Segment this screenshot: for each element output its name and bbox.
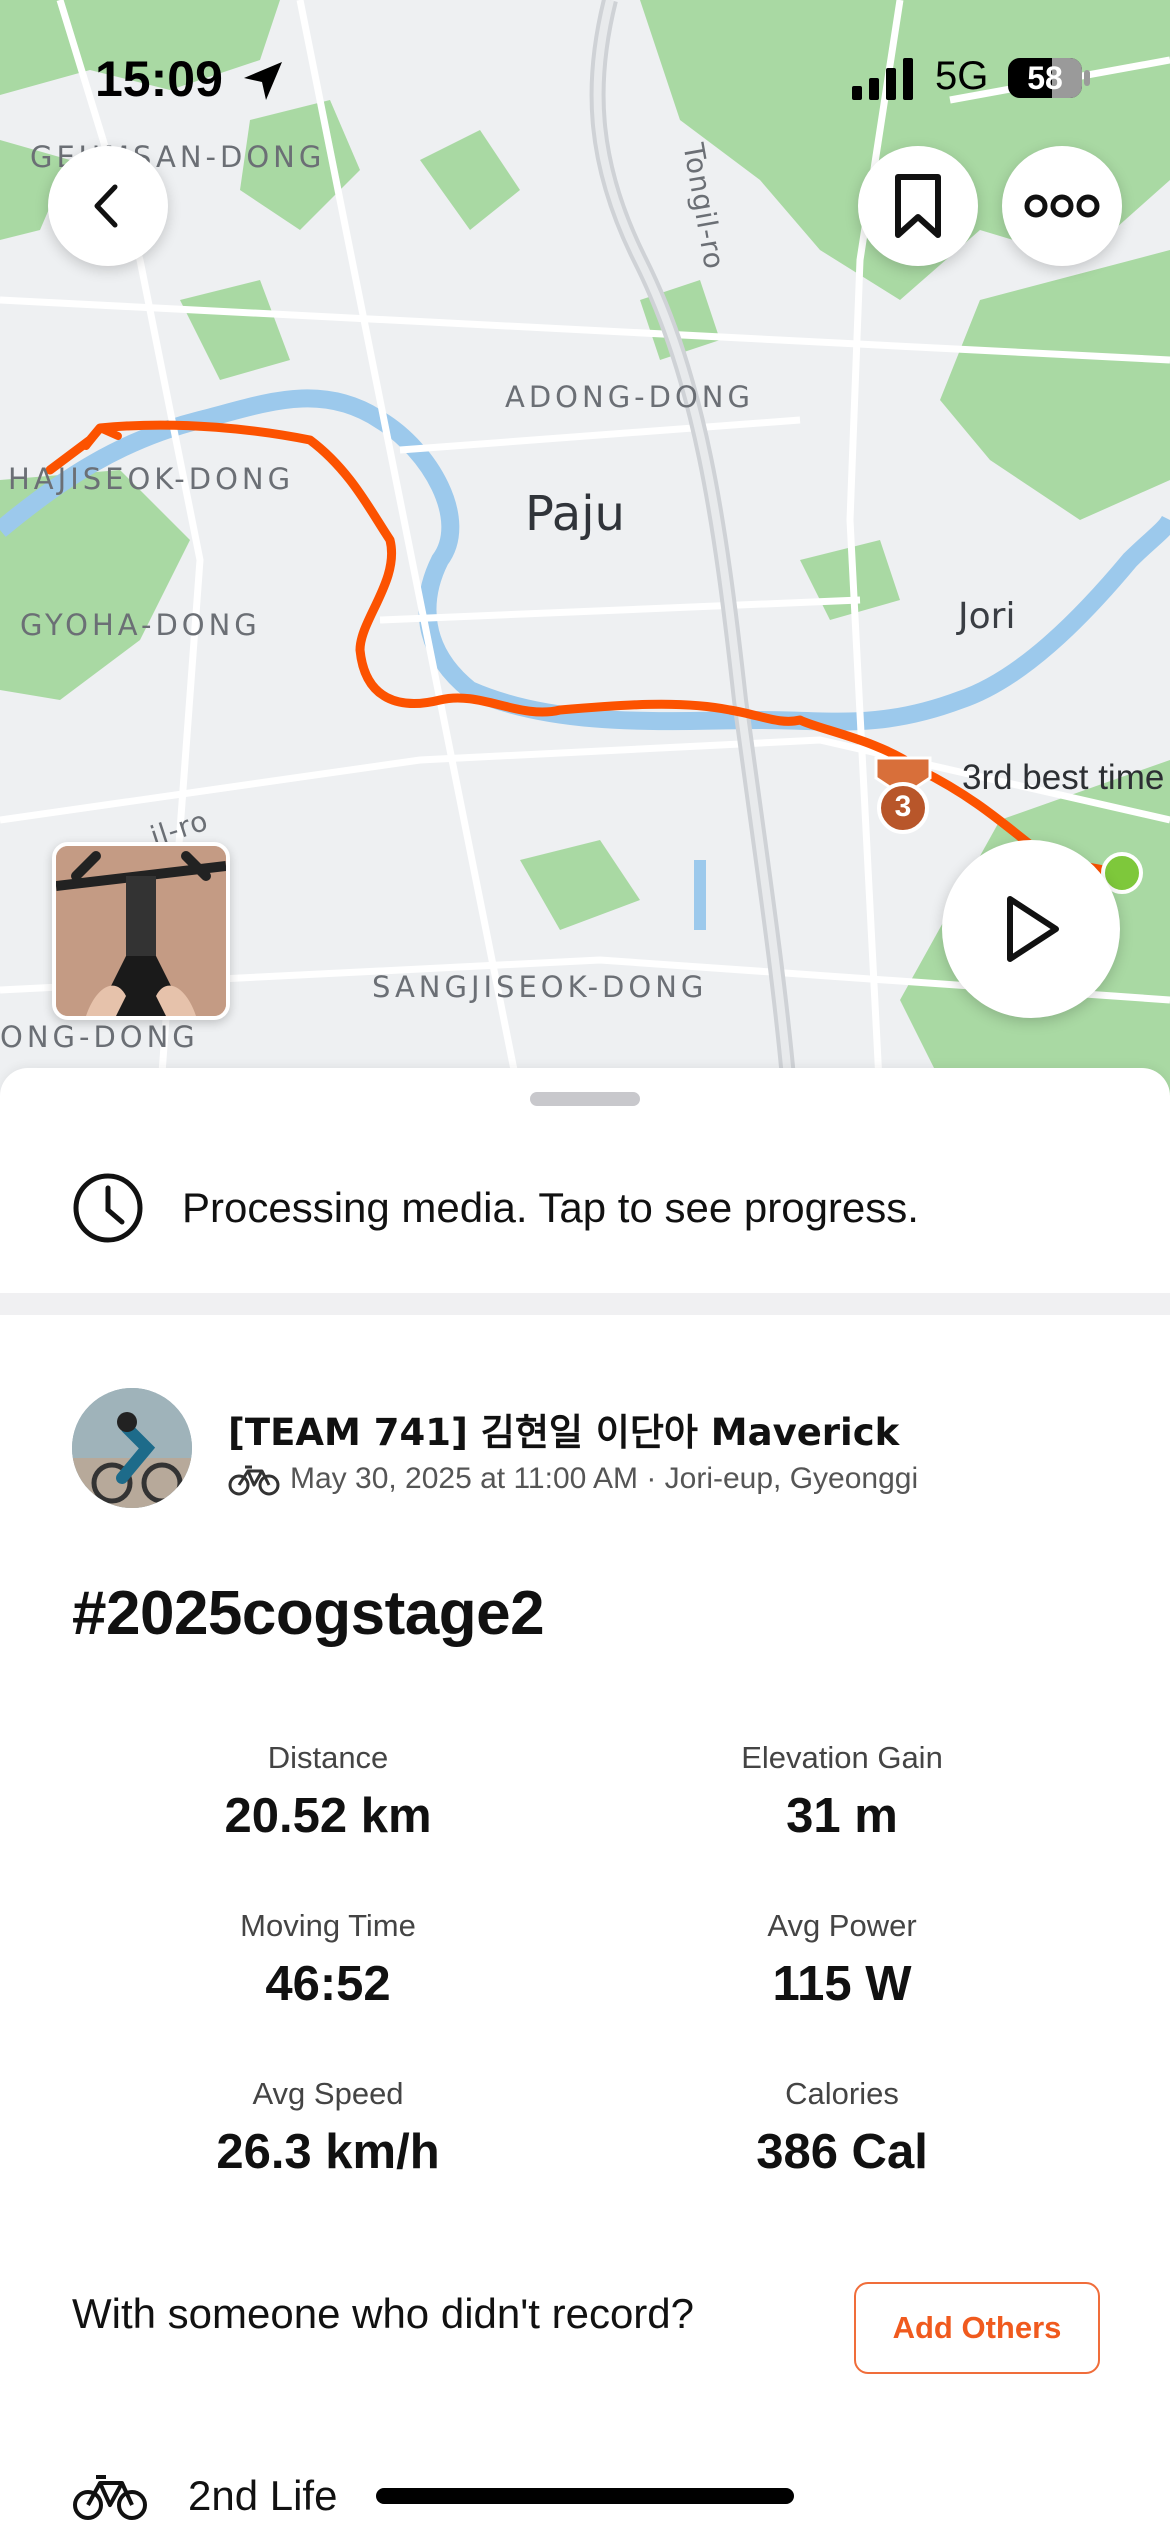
gear-row[interactable]: 2nd Life: [72, 2466, 337, 2526]
activity-sheet: Processing media. Tap to see progress. […: [0, 1068, 1170, 2532]
battery-level: 58: [1027, 60, 1063, 96]
battery-icon: 58: [1008, 58, 1082, 98]
avatar[interactable]: [72, 1388, 192, 1508]
map-label: Jori: [958, 596, 1016, 637]
play-icon: [1007, 896, 1059, 962]
more-options-button[interactable]: [1002, 146, 1122, 266]
stat-label: Elevation Gain: [741, 1740, 943, 1775]
segment-medal[interactable]: 3: [868, 756, 938, 836]
stat-avg-speed: Avg Speed 26.3 km/h: [78, 2076, 578, 2180]
gear-name: 2nd Life: [188, 2472, 338, 2519]
stat-label: Calories: [785, 2076, 899, 2111]
activity-date-location: May 30, 2025 at 11:00 AM · Jori-eup, Gye…: [290, 1462, 919, 1495]
stat-value: 115 W: [772, 1957, 912, 2011]
status-bar: 15:09 5G 58: [0, 48, 1170, 118]
stat-label: Avg Power: [767, 1908, 917, 1943]
home-indicator: [376, 2488, 794, 2504]
activity-meta: May 30, 2025 at 11:00 AM · Jori-eup, Gye…: [228, 1462, 918, 1496]
stat-distance: Distance 20.52 km: [78, 1740, 578, 1844]
stat-value: 46:52: [265, 1957, 391, 2011]
stat-label: Moving Time: [240, 1908, 416, 1943]
cyclist-photo: [56, 846, 226, 1016]
stat-value: 26.3 km/h: [216, 2125, 440, 2179]
add-others-button[interactable]: Add Others: [854, 2282, 1100, 2374]
stat-value: 386 Cal: [756, 2125, 928, 2179]
bookmark-button[interactable]: [858, 146, 978, 266]
location-arrow-icon: [244, 62, 282, 100]
stat-elevation: Elevation Gain 31 m: [592, 1740, 1092, 1844]
athlete-name[interactable]: [TEAM 741] 김현일 이단아 Maverick: [228, 1402, 899, 1456]
media-thumbnail[interactable]: [52, 842, 230, 1020]
avatar-photo: [72, 1388, 192, 1508]
map-label: ONG-DONG: [0, 1020, 199, 1054]
map-label: GYOHA-DONG: [20, 608, 261, 642]
stat-value: 20.52 km: [224, 1789, 432, 1843]
segment-label: 3rd best time: [962, 758, 1165, 797]
chevron-left-icon: [94, 184, 118, 228]
stat-label: Distance: [267, 1740, 389, 1775]
bike-icon: [73, 2475, 147, 2520]
clock-icon: [73, 1173, 143, 1243]
stat-label: Avg Speed: [252, 2076, 404, 2111]
play-flyover-button[interactable]: [942, 840, 1120, 1018]
stat-value: 31 m: [786, 1789, 898, 1843]
processing-text: Processing media. Tap to see progress.: [182, 1184, 919, 1231]
bookmark-icon: [895, 174, 941, 238]
map-label: ADONG-DONG: [505, 380, 754, 414]
map-label: HAJISEOK-DONG: [8, 462, 295, 496]
stat-moving-time: Moving Time 46:52: [78, 1908, 578, 2012]
signal-icon: [852, 58, 913, 100]
segment-rank: 3: [894, 790, 912, 823]
processing-media-banner[interactable]: Processing media. Tap to see progress.: [0, 1130, 1170, 1286]
add-others-prompt: With someone who didn't record?: [72, 2290, 695, 2337]
stat-avg-power: Avg Power 115 W: [592, 1908, 1092, 2012]
back-button[interactable]: [48, 146, 168, 266]
section-divider: [0, 1293, 1170, 1315]
map-label: SANGJISEOK-DONG: [372, 970, 708, 1004]
status-time: 15:09: [95, 51, 223, 107]
route-map[interactable]: GEUMSAN-DONG ADONG-DONG Paju HAJISEOK-DO…: [0, 0, 1170, 1100]
bike-icon: [228, 1465, 280, 1496]
activity-title: #2025cogstage2: [72, 1579, 545, 1648]
map-label: Paju: [525, 486, 625, 542]
sheet-grabber[interactable]: [530, 1092, 640, 1106]
stat-calories: Calories 386 Cal: [592, 2076, 1092, 2180]
network-type: 5G: [935, 54, 989, 98]
more-horizontal-icon: [1024, 194, 1100, 218]
athlete-header[interactable]: [TEAM 741] 김현일 이단아 Maverick May 30, 2025…: [72, 1388, 1132, 1518]
